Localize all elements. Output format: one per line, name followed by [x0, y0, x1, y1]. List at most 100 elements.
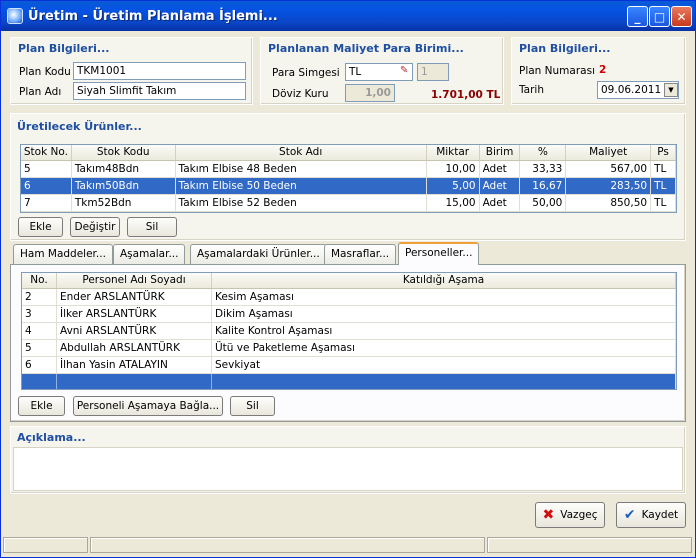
- plan-info2-panel: Plan Bilgileri... Plan Numarası 2 Tarih …: [511, 37, 686, 105]
- col-stock-no[interactable]: Stok No.: [21, 145, 72, 160]
- table-row[interactable]: 5 Takım48Bdn Takım Elbise 48 Beden 10,00…: [21, 161, 676, 178]
- cancel-button-label: Vazgeç: [560, 509, 598, 521]
- edit-product-button[interactable]: Değiştir: [70, 217, 120, 237]
- cell: Kalite Kontrol Aşaması: [212, 323, 676, 339]
- cell: [212, 374, 676, 389]
- delete-personnel-button[interactable]: Sil: [230, 396, 275, 416]
- cell: 5: [21, 161, 72, 177]
- save-button-label: Kaydet: [641, 509, 679, 521]
- col-stock-code[interactable]: Stok Kodu: [72, 145, 176, 160]
- products-table[interactable]: Stok No. Stok Kodu Stok Adı Miktar Birim…: [20, 144, 677, 213]
- cell: TL: [651, 195, 676, 211]
- cancel-button[interactable]: ✖ Vazgeç: [535, 502, 605, 528]
- status-pane: [3, 537, 88, 553]
- table-row[interactable]: 2 Ender ARSLANTÜRK Kesim Aşaması: [22, 289, 676, 306]
- plan-number-value: 2: [599, 64, 607, 76]
- cell: Ütü ve Paketleme Aşaması: [212, 340, 676, 356]
- col-percent[interactable]: %: [520, 145, 567, 160]
- col-quantity[interactable]: Miktar: [427, 145, 480, 160]
- table-row[interactable]: 3 İlker ARSLANTÜRK Dikim Aşaması: [22, 306, 676, 323]
- plan-code-label: Plan Kodu: [19, 66, 71, 78]
- cell: 567,00: [566, 161, 652, 177]
- col-currency[interactable]: Ps: [651, 145, 676, 160]
- add-personnel-button[interactable]: Ekle: [18, 396, 65, 416]
- cell: 5,00: [427, 178, 480, 194]
- tab-raw-materials[interactable]: Ham Maddeler...: [13, 244, 113, 264]
- save-button[interactable]: ✔ Kaydet: [616, 502, 686, 528]
- cell: Tkm52Bdn: [72, 195, 176, 211]
- description-textarea[interactable]: [13, 447, 683, 491]
- tab-personnel[interactable]: Personeller...: [398, 242, 480, 265]
- add-product-button[interactable]: Ekle: [18, 217, 63, 237]
- cell: Takım Elbise 48 Beden: [176, 161, 427, 177]
- cell: Takım Elbise 50 Beden: [176, 178, 427, 194]
- maximize-icon[interactable]: □: [649, 6, 670, 27]
- table-row[interactable]: 6 İlhan Yasin ATALAYIN Sevkiyat: [22, 357, 676, 374]
- status-pane: [487, 537, 692, 553]
- cost-currency-panel: Planlanan Maliyet Para Birimi... Para Si…: [260, 37, 504, 105]
- cell: TL: [651, 161, 676, 177]
- dropdown-arrow-icon[interactable]: ▼: [664, 83, 678, 97]
- plan-info2-title: Plan Bilgileri...: [519, 42, 611, 55]
- date-label: Tarih: [519, 84, 544, 96]
- close-icon[interactable]: ✕: [671, 6, 692, 27]
- cell: Takım48Bdn: [72, 161, 176, 177]
- assign-personnel-button[interactable]: Personeli Aşamaya Bağla...: [73, 396, 223, 416]
- cell: 3: [22, 306, 57, 322]
- cell: 6: [21, 178, 72, 194]
- cell: Adet: [480, 178, 521, 194]
- cell: 15,00: [427, 195, 480, 211]
- cell: Dikim Aşaması: [212, 306, 676, 322]
- new-table-row[interactable]: [22, 374, 676, 389]
- cell: [57, 374, 212, 389]
- delete-product-button[interactable]: Sil: [127, 217, 177, 237]
- currency-symbol-label: Para Simgesi: [272, 67, 340, 79]
- table-row[interactable]: 5 Abdullah ARSLANTÜRK Ütü ve Paketleme A…: [22, 340, 676, 357]
- cell: [22, 374, 57, 389]
- cell: 283,50: [566, 178, 652, 194]
- col-personnel-name[interactable]: Personel Adı Soyadı: [57, 273, 212, 288]
- exchange-rate-label: Döviz Kuru: [272, 88, 329, 100]
- table-row[interactable]: 7 Tkm52Bdn Takım Elbise 52 Beden 15,00 A…: [21, 195, 676, 212]
- cell: Ender ARSLANTÜRK: [57, 289, 212, 305]
- personnel-table[interactable]: No. Personel Adı Soyadı Katıldığı Aşama …: [21, 272, 677, 390]
- exchange-rate-input: 1,00: [345, 84, 395, 102]
- col-no[interactable]: No.: [22, 273, 57, 288]
- plan-info-panel: Plan Bilgileri... Plan Kodu TKM1001 Plan…: [10, 37, 253, 105]
- tab-stage-products[interactable]: Aşamalardaki Ürünler...: [190, 244, 327, 264]
- pencil-icon[interactable]: ✎: [400, 65, 408, 76]
- cell: Sevkiyat: [212, 357, 676, 373]
- cell: Adet: [480, 161, 521, 177]
- tab-stages[interactable]: Aşamalar...: [113, 244, 186, 264]
- cell: Kesim Aşaması: [212, 289, 676, 305]
- cell: İlhan Yasin ATALAYIN: [57, 357, 212, 373]
- tab-expenses[interactable]: Masraflar...: [324, 244, 397, 264]
- cell: 2: [22, 289, 57, 305]
- cell: Avni ARSLANTÜRK: [57, 323, 212, 339]
- minimize-icon[interactable]: _: [627, 6, 648, 27]
- title-bar[interactable]: Üretim - Üretim Planlama İşlemi... _ □ ✕: [1, 1, 695, 31]
- currency-qty-input: 1: [417, 63, 449, 81]
- table-row[interactable]: 4 Avni ARSLANTÜRK Kalite Kontrol Aşaması: [22, 323, 676, 340]
- cell: İlker ARSLANTÜRK: [57, 306, 212, 322]
- main-window: Üretim - Üretim Planlama İşlemi... _ □ ✕…: [0, 0, 696, 558]
- description-title: Açıklama...: [17, 431, 86, 444]
- personnel-tab-panel: No. Personel Adı Soyadı Katıldığı Aşama …: [10, 264, 686, 422]
- col-cost[interactable]: Maliyet: [566, 145, 652, 160]
- col-stock-name[interactable]: Stok Adı: [176, 145, 427, 160]
- col-stage[interactable]: Katıldığı Aşama: [212, 273, 676, 288]
- cell: 850,50: [566, 195, 652, 211]
- plan-name-label: Plan Adı: [19, 86, 62, 98]
- table-row[interactable]: 6 Takım50Bdn Takım Elbise 50 Beden 5,00 …: [21, 178, 676, 195]
- status-pane: [90, 537, 485, 553]
- cell: 5: [22, 340, 57, 356]
- col-unit[interactable]: Birim: [480, 145, 521, 160]
- status-bar: [3, 537, 693, 555]
- cell: 10,00: [427, 161, 480, 177]
- plan-code-input[interactable]: TKM1001: [73, 62, 246, 80]
- cell: Adet: [480, 195, 521, 211]
- cell: TL: [651, 178, 676, 194]
- products-panel: Üretilecek Ürünler... Stok No. Stok Kodu…: [10, 113, 686, 241]
- cell: 7: [21, 195, 72, 211]
- plan-name-input[interactable]: Siyah Slimfit Takım: [73, 82, 246, 100]
